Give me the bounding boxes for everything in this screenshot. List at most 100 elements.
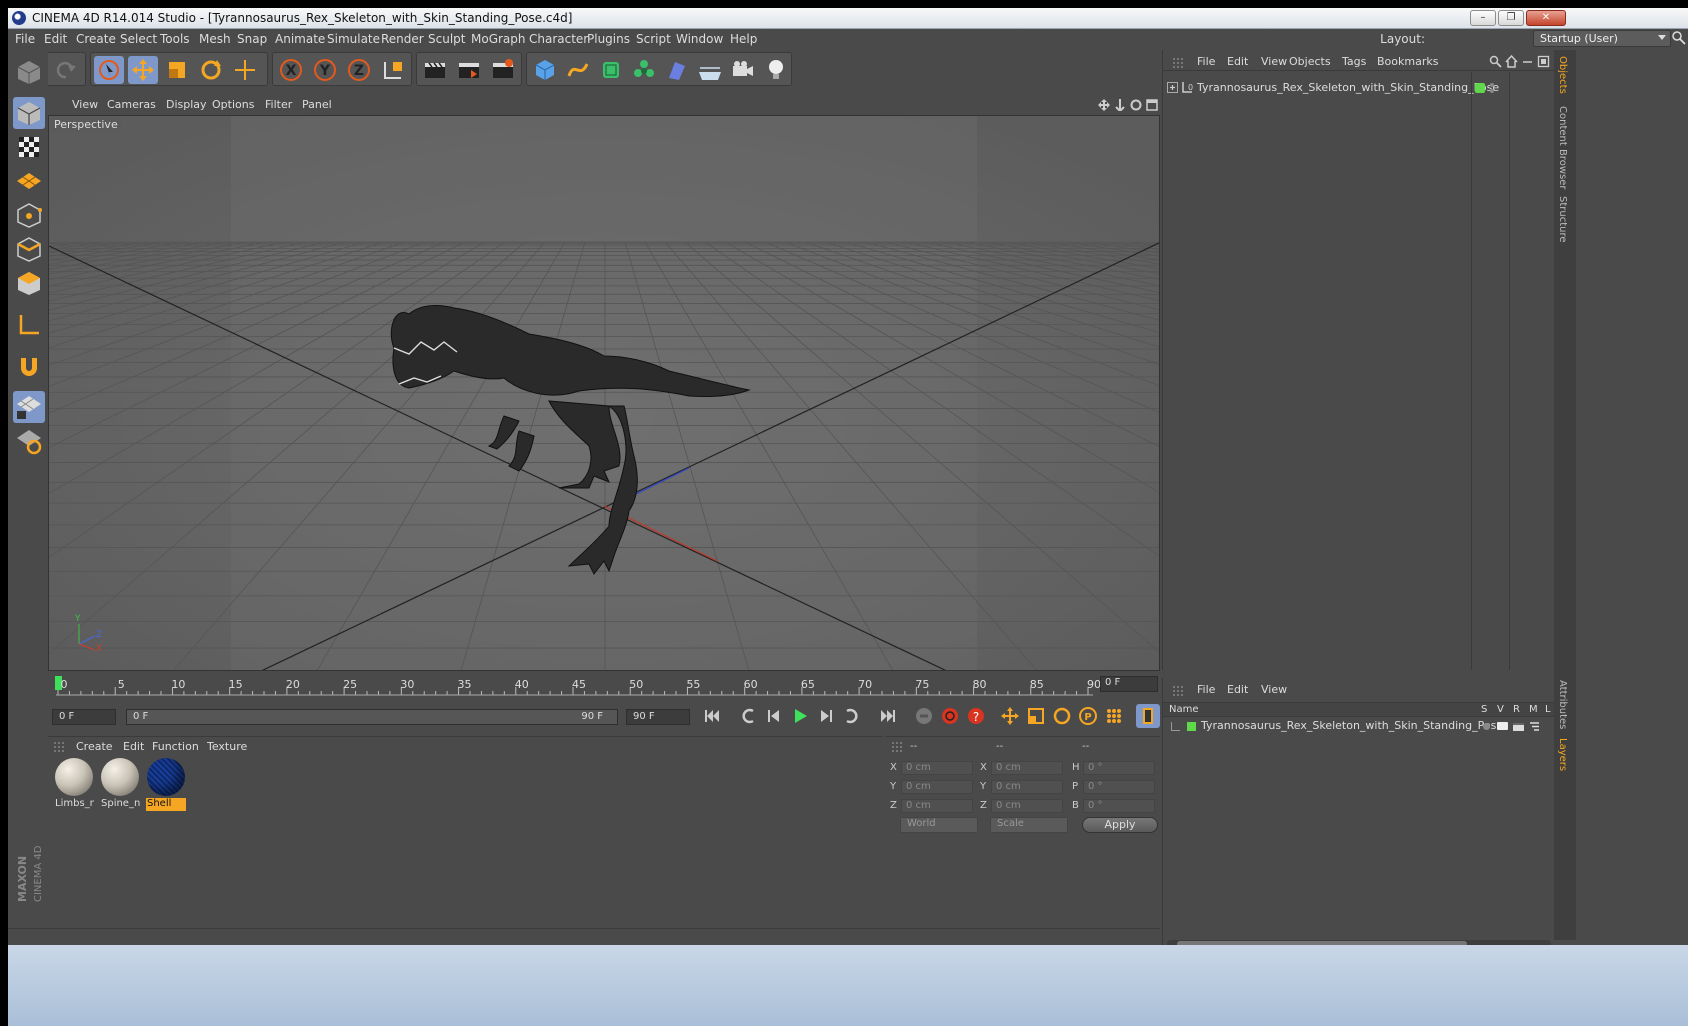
search-icon[interactable] [1672, 31, 1686, 48]
home-icon[interactable] [1505, 54, 1518, 71]
viewport-zoom-icon[interactable] [1114, 99, 1126, 114]
position-y-field[interactable]: 0 cm [901, 780, 973, 794]
preview-end-field[interactable]: 90 F [626, 709, 690, 725]
go-to-next-frame-button[interactable] [814, 704, 838, 728]
menu-mesh[interactable]: Mesh [199, 32, 231, 46]
size-x-field[interactable]: 0 cm [991, 761, 1063, 775]
make-editable-button[interactable] [13, 56, 45, 88]
scale-tool-button[interactable] [162, 56, 192, 84]
material-spine[interactable]: Spine_n [100, 757, 140, 811]
tab-layers[interactable]: Layers [1557, 738, 1568, 771]
viewport-menu-options[interactable]: Options [212, 98, 254, 111]
mograph-cloner-button[interactable] [629, 56, 659, 84]
model-mode-button[interactable] [13, 97, 45, 129]
play-forwards-button[interactable] [788, 704, 812, 728]
floor-object-button[interactable] [695, 56, 725, 84]
subdivision-surface-button[interactable] [596, 56, 626, 84]
viewport-menu-filter[interactable]: Filter [265, 98, 292, 111]
manager-toggle-icon[interactable] [1529, 721, 1540, 735]
rotation-p-field[interactable]: 0 ° [1083, 780, 1155, 794]
render-toggle-icon[interactable] [1513, 721, 1524, 735]
menu-help[interactable]: Help [730, 32, 757, 46]
axis-mode-button[interactable] [13, 309, 45, 341]
objects-menu-bookmarks[interactable]: Bookmarks [1377, 55, 1438, 68]
column-manager[interactable]: M [1529, 704, 1538, 715]
size-mode-dropdown[interactable]: Scale [990, 817, 1068, 833]
objects-menu-edit[interactable]: Edit [1227, 55, 1248, 68]
go-to-previous-key-button[interactable] [736, 704, 760, 728]
menu-plugins[interactable]: Plugins [587, 32, 630, 46]
menu-character[interactable]: Character [529, 32, 588, 46]
objects-menu-file[interactable]: File [1197, 55, 1215, 68]
render-visibility-dot[interactable] [1490, 89, 1494, 93]
record-keyframe-disabled-button[interactable] [912, 704, 936, 728]
editor-visibility-dot[interactable] [1490, 83, 1494, 87]
viewport-rotate-icon[interactable] [1130, 99, 1142, 114]
menu-snap[interactable]: Snap [237, 32, 267, 46]
render-settings-button[interactable] [488, 56, 518, 84]
preview-range-slider[interactable]: 0 F 90 F [126, 709, 618, 725]
light-object-button[interactable] [761, 56, 791, 84]
viewport-maximize-icon[interactable] [1146, 99, 1158, 114]
tab-structure[interactable]: Structure [1557, 196, 1568, 243]
key-rotation-toggle[interactable] [1050, 704, 1074, 728]
key-point-level-toggle[interactable] [1102, 704, 1126, 728]
search-icon[interactable] [1489, 55, 1502, 71]
move-tool-button[interactable] [128, 56, 158, 84]
menu-simulate[interactable]: Simulate [327, 32, 380, 46]
timeline-window-button[interactable] [1136, 704, 1160, 728]
polygons-mode-button[interactable] [13, 267, 45, 299]
camera-object-button[interactable] [728, 56, 758, 84]
key-scale-toggle[interactable] [1024, 704, 1048, 728]
objects-menu-tags[interactable]: Tags [1342, 55, 1366, 68]
material-menu-edit[interactable]: Edit [123, 740, 144, 753]
menu-create[interactable]: Create [76, 32, 116, 46]
preview-start-field[interactable]: 0 F [52, 709, 116, 725]
layers-menu-file[interactable]: File [1197, 683, 1215, 696]
tab-content-browser[interactable]: Content Browser [1557, 106, 1568, 189]
layer-row-trex[interactable]: Tyrannosaurus_Rex_Skeleton_with_Skin_Sta… [1167, 719, 1555, 734]
material-limbs[interactable]: Limbs_n [54, 757, 94, 811]
go-to-previous-frame-button[interactable] [762, 704, 786, 728]
new-window-icon[interactable] [1537, 55, 1550, 71]
position-x-field[interactable]: 0 cm [901, 761, 973, 775]
layout-dropdown[interactable]: Startup (User) [1533, 30, 1671, 47]
material-shell[interactable]: Shell [146, 757, 186, 811]
current-frame-field[interactable]: 0 F [1100, 676, 1158, 692]
menu-edit[interactable]: Edit [44, 32, 67, 46]
menu-sculpt[interactable]: Sculpt [428, 32, 465, 46]
perspective-viewport[interactable]: Y Z X Perspective [48, 115, 1160, 671]
rotate-tool-button[interactable] [196, 56, 226, 84]
material-menu-create[interactable]: Create [76, 740, 113, 753]
expand-plus-icon[interactable] [1167, 82, 1178, 96]
column-locked[interactable]: L [1545, 704, 1551, 715]
material-menu-function[interactable]: Function [152, 740, 199, 753]
column-visible[interactable]: V [1497, 704, 1504, 715]
snap-magnet-button[interactable] [13, 350, 45, 382]
go-to-end-button[interactable] [876, 704, 900, 728]
workplane-lock-button[interactable] [13, 391, 45, 423]
position-z-field[interactable]: 0 cm [901, 799, 973, 813]
go-to-next-key-button[interactable] [840, 704, 864, 728]
y-axis-lock-button[interactable]: Y [310, 56, 340, 84]
menu-script[interactable]: Script [636, 32, 671, 46]
cube-object-button[interactable] [530, 56, 560, 84]
tab-objects[interactable]: Objects [1557, 56, 1568, 94]
viewport-move-icon[interactable] [1098, 99, 1110, 114]
column-render[interactable]: R [1513, 704, 1520, 715]
rotation-h-field[interactable]: 0 ° [1083, 761, 1155, 775]
coordinate-space-dropdown[interactable]: World [900, 817, 978, 833]
solo-toggle-icon[interactable] [1483, 723, 1490, 730]
menu-mograph[interactable]: MoGraph [471, 32, 526, 46]
menu-file[interactable]: File [15, 32, 35, 46]
autokey-button[interactable] [938, 704, 962, 728]
recent-tool-button[interactable] [230, 56, 260, 84]
key-position-toggle[interactable] [998, 704, 1022, 728]
size-y-field[interactable]: 0 cm [991, 780, 1063, 794]
quantize-button[interactable] [13, 425, 45, 457]
menu-animate[interactable]: Animate [275, 32, 325, 46]
render-picture-viewer-button[interactable] [454, 56, 484, 84]
material-menu-texture[interactable]: Texture [207, 740, 247, 753]
texture-mode-button[interactable] [13, 131, 45, 163]
z-axis-lock-button[interactable]: Z [344, 56, 374, 84]
